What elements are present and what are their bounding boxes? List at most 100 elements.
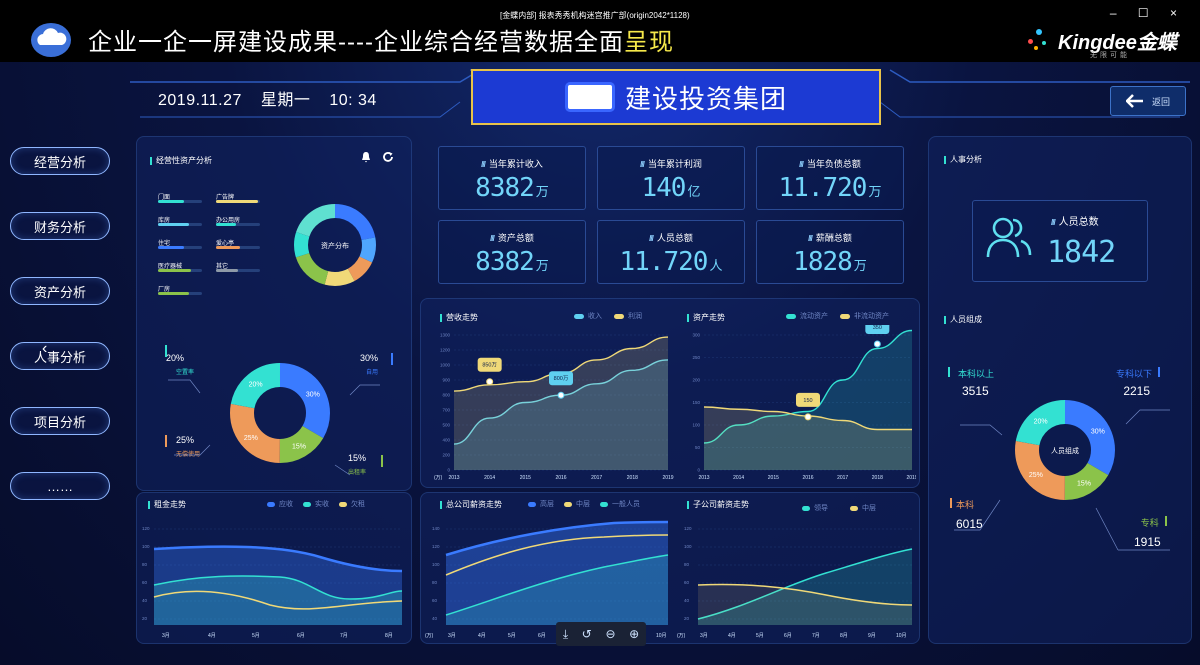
svg-text:100: 100 bbox=[142, 544, 150, 549]
legend-item[interactable]: 高层 bbox=[540, 499, 554, 509]
annotation-label: 150 bbox=[803, 398, 812, 404]
x-tick-label: 2016 bbox=[802, 475, 813, 481]
legend-item[interactable]: 非流动资产 bbox=[854, 311, 889, 321]
asset-item-bar bbox=[216, 200, 260, 203]
refresh-icon[interactable] bbox=[382, 151, 394, 163]
asset-item-bar-fill bbox=[216, 246, 241, 249]
donut-slice-label: 20% bbox=[249, 381, 263, 388]
sub-salary-trend-chart: 12010080604020 (万) 3月 4月 5月 6月 7月 8月 9月 … bbox=[677, 526, 913, 639]
window-controls[interactable]: – ☐ × bbox=[1110, 6, 1186, 20]
x-tick-label: 2018 bbox=[627, 475, 638, 481]
header-weekday: 星期一 bbox=[260, 92, 311, 109]
y-tick-label: 250 bbox=[692, 355, 700, 360]
x-tick-label: 2015 bbox=[520, 475, 531, 481]
nav-finance[interactable]: 财务分析 bbox=[10, 212, 110, 240]
company-banner: 建设投资集团 bbox=[471, 69, 881, 125]
y-tick-label: 150 bbox=[692, 400, 700, 405]
svg-text:80: 80 bbox=[684, 562, 690, 567]
x-tick-label: 2018 bbox=[872, 475, 883, 481]
sub-salary-legend: 领导 中层 bbox=[802, 503, 876, 513]
x-tick-label: 2017 bbox=[591, 475, 602, 481]
svg-text:80: 80 bbox=[432, 580, 438, 585]
nav-assets[interactable]: 资产分析 bbox=[10, 277, 110, 305]
nav-projects[interactable]: 项目分析 bbox=[10, 407, 110, 435]
legend-item[interactable]: 中层 bbox=[576, 499, 590, 509]
svg-text:40: 40 bbox=[684, 598, 690, 603]
header-time: 10: 34 bbox=[329, 92, 377, 109]
kpi-total-assets: ///资产总额 8382 万 bbox=[438, 220, 586, 284]
kpi-unit: 万 bbox=[853, 258, 867, 273]
fund-trend-chart: 120 100 80 60 40 20 3月 4月 5月 6月 7月 8月 bbox=[142, 526, 403, 639]
legend-swatch bbox=[614, 313, 624, 319]
asset-item-bar-fill bbox=[216, 200, 258, 203]
nav-operations[interactable]: 经营分析 bbox=[10, 147, 110, 175]
svg-text:40: 40 bbox=[142, 598, 148, 603]
nav-more[interactable]: …… bbox=[10, 472, 110, 500]
legend-item[interactable]: 应收 bbox=[279, 499, 293, 509]
x-tick-label: 2014 bbox=[484, 475, 495, 481]
legend-item[interactable]: 领导 bbox=[814, 503, 828, 513]
svg-text:100: 100 bbox=[432, 562, 440, 567]
hr-donut-center-label: 人员组成 bbox=[1051, 448, 1079, 455]
kpi-label: 资产总额 bbox=[497, 233, 534, 243]
fund-x-label: 6月 bbox=[297, 633, 305, 639]
kpi-label: 当年累计利润 bbox=[647, 159, 702, 169]
annotation-label: 800万 bbox=[554, 375, 569, 382]
legend-item[interactable]: 流动资产 bbox=[800, 311, 828, 321]
asset-item-bar-fill bbox=[158, 223, 189, 226]
fund-trend-title: 租金走势 bbox=[148, 499, 186, 510]
sub-salary-trend-title: 子公司薪资走势 bbox=[687, 499, 749, 510]
company-name: 建设投资集团 bbox=[624, 83, 787, 114]
back-arrow-icon bbox=[1125, 94, 1143, 108]
sub-salary-x-label: 4月 bbox=[728, 633, 736, 639]
nav-collapse-icon[interactable]: ‹ bbox=[42, 340, 47, 358]
y-tick-label: 50 bbox=[695, 445, 701, 450]
asset-item-bar bbox=[216, 223, 260, 226]
asset-item-bar bbox=[158, 246, 202, 249]
legend-swatch bbox=[564, 501, 572, 507]
x-tick-label: 2014 bbox=[733, 475, 744, 481]
y-tick-label: 0 bbox=[697, 468, 700, 473]
kpi-annual-revenue: ///当年累计收入 8382 万 bbox=[438, 146, 586, 210]
hr-bachelor-marker bbox=[948, 367, 950, 377]
salary-unit: (万) bbox=[425, 633, 434, 639]
reset-icon[interactable]: ↺ bbox=[582, 627, 592, 641]
zoom-out-icon[interactable]: ⊖ bbox=[605, 627, 615, 641]
legend-item[interactable]: 一般人员 bbox=[612, 499, 640, 509]
legend-item[interactable]: 中层 bbox=[862, 503, 876, 513]
kpi-bars-icon: /// bbox=[649, 234, 654, 243]
zoom-in-icon[interactable]: ⊕ bbox=[629, 627, 639, 641]
legend-item[interactable]: 利润 bbox=[628, 311, 642, 321]
bell-icon[interactable] bbox=[360, 151, 372, 163]
kpi-label: 人员总额 bbox=[656, 233, 693, 243]
asset-item-bar-fill bbox=[158, 292, 189, 295]
kpi-value: 8382 bbox=[475, 247, 535, 277]
y-tick-label: 900 bbox=[442, 378, 450, 383]
asset-legend: 流动资产 非流动资产 bbox=[786, 311, 889, 321]
fund-x-label: 5月 bbox=[252, 633, 260, 639]
nav-hr[interactable]: 人事分析 bbox=[10, 342, 110, 370]
hr-junior-below-marker bbox=[1158, 367, 1161, 377]
annotation-label: 850万 bbox=[482, 362, 497, 369]
x-tick-label: 2019 bbox=[662, 475, 673, 481]
salary-trend-title: 总公司薪资走势 bbox=[440, 499, 502, 510]
kpi-unit: 万 bbox=[868, 184, 882, 199]
svg-text:20: 20 bbox=[142, 616, 148, 621]
sub-salary-x-label: 5月 bbox=[756, 633, 764, 639]
revenue-trend-title: 营收走势 bbox=[440, 312, 478, 323]
kpi-value: 140 bbox=[641, 173, 687, 203]
sub-salary-x-label: 7月 bbox=[812, 633, 820, 639]
legend-item[interactable]: 欠租 bbox=[351, 499, 365, 509]
legend-item[interactable]: 收入 bbox=[588, 311, 602, 321]
legend-item[interactable]: 实收 bbox=[315, 499, 329, 509]
kpi-bars-icon: /// bbox=[490, 234, 495, 243]
kpi-value: 11.720 bbox=[619, 247, 709, 277]
kpi-value: 8382 bbox=[475, 173, 535, 203]
back-button[interactable]: 返回 bbox=[1110, 86, 1186, 116]
kpi-unit: 人 bbox=[709, 258, 723, 273]
download-icon[interactable]: ⤓ bbox=[563, 627, 568, 642]
y-tick-label: 700 bbox=[442, 408, 450, 413]
svg-text:60: 60 bbox=[684, 580, 690, 585]
svg-text:80: 80 bbox=[142, 562, 148, 567]
hr-composition-title: 人员组成 bbox=[944, 314, 982, 325]
